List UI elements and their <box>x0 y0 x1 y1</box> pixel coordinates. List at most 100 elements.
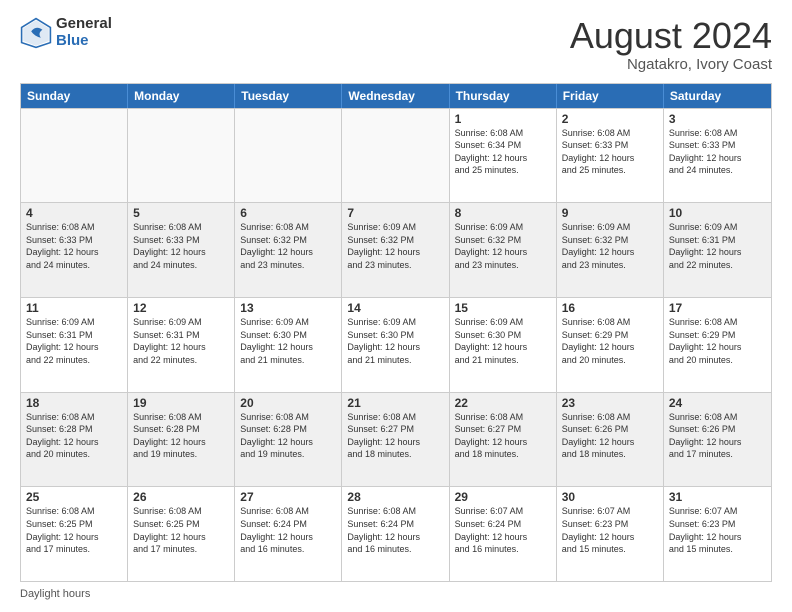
day-info: Sunrise: 6:08 AM Sunset: 6:24 PM Dayligh… <box>347 505 443 555</box>
logo-general-text: General <box>56 16 112 33</box>
day-info: Sunrise: 6:09 AM Sunset: 6:30 PM Dayligh… <box>347 316 443 366</box>
day-info: Sunrise: 6:08 AM Sunset: 6:28 PM Dayligh… <box>133 411 229 461</box>
day-number: 23 <box>562 396 658 410</box>
day-info: Sunrise: 6:09 AM Sunset: 6:31 PM Dayligh… <box>133 316 229 366</box>
day-info: Sunrise: 6:08 AM Sunset: 6:33 PM Dayligh… <box>562 127 658 177</box>
cal-header-saturday: Saturday <box>664 84 771 108</box>
day-info: Sunrise: 6:08 AM Sunset: 6:32 PM Dayligh… <box>240 221 336 271</box>
cal-cell: 2Sunrise: 6:08 AM Sunset: 6:33 PM Daylig… <box>557 109 664 203</box>
day-number: 10 <box>669 206 766 220</box>
day-number: 27 <box>240 490 336 504</box>
cal-header-thursday: Thursday <box>450 84 557 108</box>
day-number: 19 <box>133 396 229 410</box>
cal-week-0: 1Sunrise: 6:08 AM Sunset: 6:34 PM Daylig… <box>21 108 771 203</box>
cal-cell: 6Sunrise: 6:08 AM Sunset: 6:32 PM Daylig… <box>235 203 342 297</box>
day-info: Sunrise: 6:08 AM Sunset: 6:29 PM Dayligh… <box>562 316 658 366</box>
day-info: Sunrise: 6:09 AM Sunset: 6:32 PM Dayligh… <box>562 221 658 271</box>
day-info: Sunrise: 6:09 AM Sunset: 6:32 PM Dayligh… <box>347 221 443 271</box>
day-number: 25 <box>26 490 122 504</box>
day-number: 13 <box>240 301 336 315</box>
cal-cell: 4Sunrise: 6:08 AM Sunset: 6:33 PM Daylig… <box>21 203 128 297</box>
day-info: Sunrise: 6:08 AM Sunset: 6:33 PM Dayligh… <box>669 127 766 177</box>
day-info: Sunrise: 6:08 AM Sunset: 6:28 PM Dayligh… <box>26 411 122 461</box>
day-info: Sunrise: 6:08 AM Sunset: 6:26 PM Dayligh… <box>562 411 658 461</box>
day-number: 16 <box>562 301 658 315</box>
cal-cell: 23Sunrise: 6:08 AM Sunset: 6:26 PM Dayli… <box>557 393 664 487</box>
day-number: 22 <box>455 396 551 410</box>
day-number: 20 <box>240 396 336 410</box>
cal-cell: 28Sunrise: 6:08 AM Sunset: 6:24 PM Dayli… <box>342 487 449 581</box>
cal-header-sunday: Sunday <box>21 84 128 108</box>
calendar-header: SundayMondayTuesdayWednesdayThursdayFrid… <box>21 84 771 108</box>
day-number: 15 <box>455 301 551 315</box>
cal-cell: 5Sunrise: 6:08 AM Sunset: 6:33 PM Daylig… <box>128 203 235 297</box>
day-info: Sunrise: 6:08 AM Sunset: 6:24 PM Dayligh… <box>240 505 336 555</box>
day-info: Sunrise: 6:08 AM Sunset: 6:28 PM Dayligh… <box>240 411 336 461</box>
day-number: 4 <box>26 206 122 220</box>
cal-cell: 22Sunrise: 6:08 AM Sunset: 6:27 PM Dayli… <box>450 393 557 487</box>
header: General Blue August 2024 Ngatakro, Ivory… <box>20 16 772 73</box>
cal-cell: 31Sunrise: 6:07 AM Sunset: 6:23 PM Dayli… <box>664 487 771 581</box>
day-number: 6 <box>240 206 336 220</box>
cal-cell: 19Sunrise: 6:08 AM Sunset: 6:28 PM Dayli… <box>128 393 235 487</box>
title-block: August 2024 Ngatakro, Ivory Coast <box>570 16 772 73</box>
cal-cell: 15Sunrise: 6:09 AM Sunset: 6:30 PM Dayli… <box>450 298 557 392</box>
day-number: 3 <box>669 112 766 126</box>
day-number: 21 <box>347 396 443 410</box>
day-info: Sunrise: 6:07 AM Sunset: 6:23 PM Dayligh… <box>562 505 658 555</box>
cal-cell: 16Sunrise: 6:08 AM Sunset: 6:29 PM Dayli… <box>557 298 664 392</box>
cal-cell: 30Sunrise: 6:07 AM Sunset: 6:23 PM Dayli… <box>557 487 664 581</box>
day-number: 31 <box>669 490 766 504</box>
day-number: 5 <box>133 206 229 220</box>
page: General Blue August 2024 Ngatakro, Ivory… <box>0 0 792 612</box>
day-info: Sunrise: 6:08 AM Sunset: 6:27 PM Dayligh… <box>347 411 443 461</box>
cal-cell <box>128 109 235 203</box>
cal-cell: 21Sunrise: 6:08 AM Sunset: 6:27 PM Dayli… <box>342 393 449 487</box>
day-number: 17 <box>669 301 766 315</box>
cal-cell: 25Sunrise: 6:08 AM Sunset: 6:25 PM Dayli… <box>21 487 128 581</box>
day-info: Sunrise: 6:08 AM Sunset: 6:27 PM Dayligh… <box>455 411 551 461</box>
cal-cell <box>235 109 342 203</box>
cal-cell: 8Sunrise: 6:09 AM Sunset: 6:32 PM Daylig… <box>450 203 557 297</box>
day-number: 8 <box>455 206 551 220</box>
subtitle: Ngatakro, Ivory Coast <box>570 56 772 73</box>
day-info: Sunrise: 6:09 AM Sunset: 6:32 PM Dayligh… <box>455 221 551 271</box>
main-title: August 2024 <box>570 16 772 56</box>
cal-cell: 10Sunrise: 6:09 AM Sunset: 6:31 PM Dayli… <box>664 203 771 297</box>
cal-week-4: 25Sunrise: 6:08 AM Sunset: 6:25 PM Dayli… <box>21 486 771 581</box>
cal-cell: 24Sunrise: 6:08 AM Sunset: 6:26 PM Dayli… <box>664 393 771 487</box>
logo-blue-text: Blue <box>56 33 112 50</box>
cal-cell: 20Sunrise: 6:08 AM Sunset: 6:28 PM Dayli… <box>235 393 342 487</box>
day-number: 24 <box>669 396 766 410</box>
day-info: Sunrise: 6:07 AM Sunset: 6:24 PM Dayligh… <box>455 505 551 555</box>
logo-text: General Blue <box>56 16 112 49</box>
cal-week-3: 18Sunrise: 6:08 AM Sunset: 6:28 PM Dayli… <box>21 392 771 487</box>
cal-cell: 12Sunrise: 6:09 AM Sunset: 6:31 PM Dayli… <box>128 298 235 392</box>
cal-week-2: 11Sunrise: 6:09 AM Sunset: 6:31 PM Dayli… <box>21 297 771 392</box>
day-info: Sunrise: 6:08 AM Sunset: 6:33 PM Dayligh… <box>26 221 122 271</box>
day-info: Sunrise: 6:07 AM Sunset: 6:23 PM Dayligh… <box>669 505 766 555</box>
day-info: Sunrise: 6:08 AM Sunset: 6:34 PM Dayligh… <box>455 127 551 177</box>
day-number: 18 <box>26 396 122 410</box>
calendar: SundayMondayTuesdayWednesdayThursdayFrid… <box>20 83 772 582</box>
cal-cell: 7Sunrise: 6:09 AM Sunset: 6:32 PM Daylig… <box>342 203 449 297</box>
day-info: Sunrise: 6:08 AM Sunset: 6:26 PM Dayligh… <box>669 411 766 461</box>
cal-cell: 17Sunrise: 6:08 AM Sunset: 6:29 PM Dayli… <box>664 298 771 392</box>
day-number: 7 <box>347 206 443 220</box>
cal-cell: 29Sunrise: 6:07 AM Sunset: 6:24 PM Dayli… <box>450 487 557 581</box>
cal-header-wednesday: Wednesday <box>342 84 449 108</box>
day-info: Sunrise: 6:08 AM Sunset: 6:33 PM Dayligh… <box>133 221 229 271</box>
cal-cell: 3Sunrise: 6:08 AM Sunset: 6:33 PM Daylig… <box>664 109 771 203</box>
cal-header-friday: Friday <box>557 84 664 108</box>
day-number: 29 <box>455 490 551 504</box>
cal-cell: 27Sunrise: 6:08 AM Sunset: 6:24 PM Dayli… <box>235 487 342 581</box>
day-number: 1 <box>455 112 551 126</box>
cal-week-1: 4Sunrise: 6:08 AM Sunset: 6:33 PM Daylig… <box>21 202 771 297</box>
cal-header-tuesday: Tuesday <box>235 84 342 108</box>
cal-cell: 9Sunrise: 6:09 AM Sunset: 6:32 PM Daylig… <box>557 203 664 297</box>
footer-text: Daylight hours <box>20 588 90 600</box>
day-info: Sunrise: 6:09 AM Sunset: 6:30 PM Dayligh… <box>240 316 336 366</box>
day-info: Sunrise: 6:08 AM Sunset: 6:25 PM Dayligh… <box>26 505 122 555</box>
day-number: 26 <box>133 490 229 504</box>
cal-header-monday: Monday <box>128 84 235 108</box>
